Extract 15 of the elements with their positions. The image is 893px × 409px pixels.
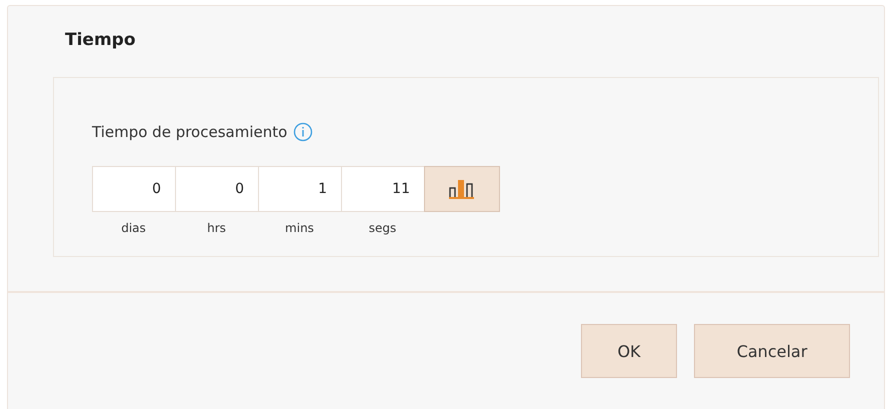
ok-button[interactable]: OK (581, 324, 677, 378)
unit-label: dias (121, 221, 146, 235)
unit-label: mins (285, 221, 314, 235)
time-input[interactable]: 0 (175, 166, 259, 212)
info-icon[interactable] (293, 122, 314, 142)
unit-label: hrs (207, 221, 226, 235)
time-input[interactable]: 0 (92, 166, 176, 212)
time-input[interactable]: 11 (341, 166, 425, 212)
bar-chart-icon (449, 179, 475, 199)
chart-button[interactable] (424, 166, 500, 212)
section-title: Tiempo (64, 29, 137, 52)
field-label: Tiempo de procesamiento (92, 123, 288, 141)
time-input[interactable]: 1 (258, 166, 342, 212)
unit-label: segs (368, 221, 396, 235)
cancel-button[interactable]: Cancelar (694, 324, 850, 378)
